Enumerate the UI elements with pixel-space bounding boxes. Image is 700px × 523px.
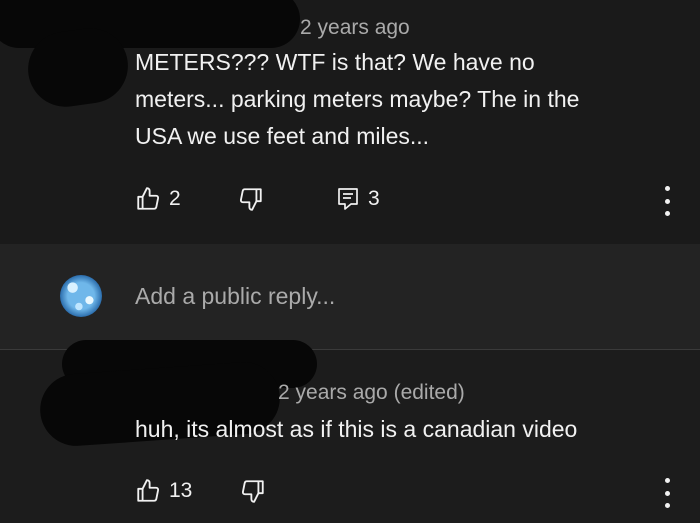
more-vert-icon (664, 186, 670, 191)
comment-timestamp: 2 years ago (300, 16, 410, 39)
like-button[interactable]: 2 (135, 186, 181, 212)
thumbs-down-icon (239, 188, 262, 211)
reply-comment-icon (338, 188, 358, 210)
more-options-button[interactable] (657, 186, 677, 216)
reply-count: 3 (368, 187, 380, 210)
reply-like-button[interactable]: 13 (135, 478, 192, 504)
avatar[interactable] (60, 275, 102, 317)
thumbs-down-icon (241, 480, 264, 503)
comment-text-line: METERS??? WTF is that? We have no (135, 49, 535, 75)
replies-button[interactable]: 3 (336, 186, 380, 212)
reply-text: huh, its almost as if this is a canadian… (135, 416, 578, 442)
thumbs-up-icon (137, 187, 160, 210)
reply-like-count: 13 (169, 479, 193, 502)
dislike-button[interactable] (238, 186, 264, 212)
reply-timestamp: 2 years ago (edited) (278, 381, 465, 404)
reply-dislike-button[interactable] (240, 478, 266, 504)
reply-more-options-button[interactable] (657, 478, 677, 508)
more-vert-icon (664, 478, 670, 483)
comment-text-line: meters... parking meters maybe? The in t… (135, 86, 580, 112)
thumbs-up-icon (137, 479, 160, 502)
comment-text: METERS??? WTF is that? We have no meters… (135, 44, 675, 155)
reply-input[interactable] (135, 279, 635, 313)
comment-text-line: USA we use feet and miles... (135, 123, 430, 149)
like-count: 2 (169, 187, 181, 210)
